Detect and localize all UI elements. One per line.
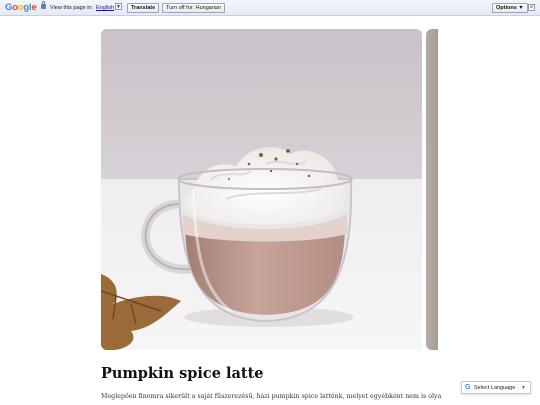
carousel-next-slide[interactable] [426,29,438,350]
post-excerpt: Meglepően finomra sikerült a saját fűsze… [101,393,441,400]
select-language-label: Select Language [474,385,516,391]
options-button[interactable]: Options ▼ [492,3,528,13]
carousel-main-slide[interactable] [101,29,422,350]
language-dropdown-icon[interactable]: ▼ [115,3,122,10]
select-language-widget[interactable]: G Select Language ▼ [461,381,531,394]
post-title[interactable]: Pumpkin spice latte [101,364,264,384]
chevron-down-icon: ▼ [521,385,526,391]
turn-off-button[interactable]: Turn off for: Hungarian [162,3,226,13]
lock-icon [41,1,46,9]
language-link[interactable]: English [96,4,114,12]
translate-bar: Google View this page in: English ▼ Tran… [0,0,540,16]
close-icon[interactable]: × [528,4,535,11]
google-logo: Google [5,2,37,13]
view-page-label: View this page in: [50,5,94,11]
translate-button[interactable]: Translate [127,3,160,13]
google-g-icon: G [465,384,471,391]
pumpkin-spice-latte-photo [101,29,422,350]
